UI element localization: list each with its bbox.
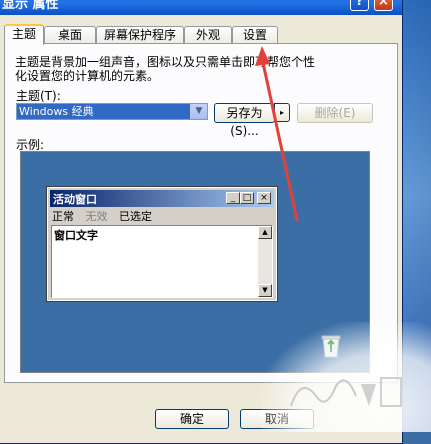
tab-theme[interactable]: 主题 xyxy=(4,24,44,45)
watermark-logo xyxy=(290,377,402,407)
